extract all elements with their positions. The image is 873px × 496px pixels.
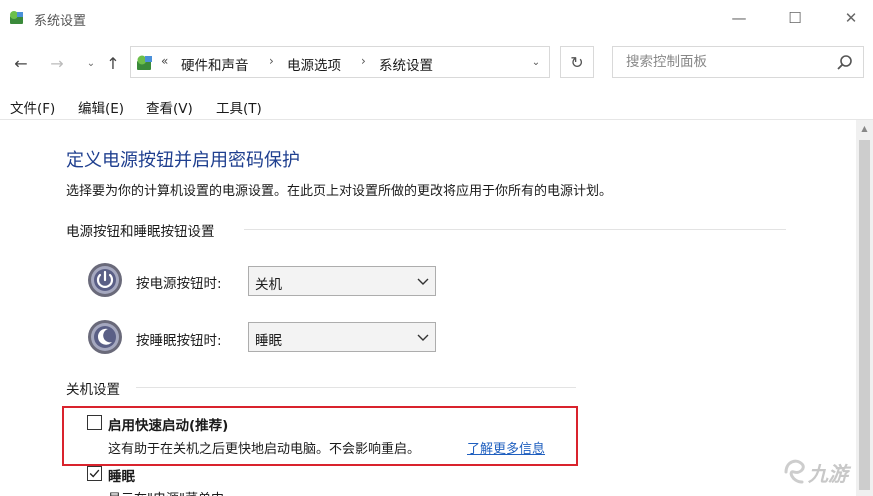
search-icon[interactable] bbox=[835, 53, 855, 73]
chevron-down-icon bbox=[417, 278, 429, 285]
maximize-button[interactable]: ☐ bbox=[772, 0, 818, 36]
up-button[interactable]: ↑ bbox=[102, 52, 124, 74]
control-panel-icon bbox=[10, 11, 23, 24]
fast-startup-checkbox[interactable] bbox=[87, 415, 102, 430]
title-bar: 系统设置 — ☐ ✕ bbox=[0, 0, 873, 36]
menu-tools[interactable]: 工具(T) bbox=[216, 97, 262, 117]
minimize-button[interactable]: — bbox=[716, 0, 762, 36]
address-dropdown-button[interactable]: ⌄ bbox=[522, 46, 550, 78]
address-bar[interactable]: « 硬件和声音 › 电源选项 › 系统设置 bbox=[130, 46, 550, 78]
fast-startup-label[interactable]: 启用快速启动(推荐) bbox=[108, 414, 228, 434]
arrow-left-icon: ← bbox=[14, 53, 28, 73]
control-panel-icon bbox=[137, 55, 152, 70]
breadcrumb-separator[interactable]: › bbox=[361, 54, 366, 68]
sleep-button-action-value: 睡眠 bbox=[255, 333, 282, 349]
arrow-up-icon: ↑ bbox=[106, 53, 120, 73]
checkmark-icon bbox=[89, 469, 100, 478]
breadcrumb-system-settings[interactable]: 系统设置 bbox=[379, 54, 433, 74]
chevron-down-icon bbox=[417, 334, 429, 341]
breadcrumb-hardware-sound[interactable]: 硬件和声音 bbox=[181, 54, 249, 74]
search-input[interactable] bbox=[614, 48, 824, 76]
arrow-right-icon: → bbox=[50, 53, 64, 73]
power-button-label: 按电源按钮时: bbox=[136, 276, 222, 292]
page-description: 选择要为你的计算机设置的电源设置。在此页上对设置所做的更改将应用于你所有的电源计… bbox=[66, 184, 613, 199]
learn-more-link[interactable]: 了解更多信息 bbox=[467, 438, 545, 457]
scroll-thumb[interactable] bbox=[859, 140, 870, 490]
sleep-option-label[interactable]: 睡眠 bbox=[108, 465, 135, 485]
page-title: 定义电源按钮并启用密码保护 bbox=[66, 150, 300, 171]
power-button-action-value: 关机 bbox=[255, 277, 282, 293]
sleep-button-label: 按睡眠按钮时: bbox=[136, 333, 222, 349]
breadcrumb-separator[interactable]: › bbox=[269, 54, 274, 68]
menu-view[interactable]: 查看(V) bbox=[146, 97, 193, 117]
sleep-button-action-select[interactable]: 睡眠 bbox=[248, 322, 436, 352]
recent-locations-button[interactable]: ⌄ bbox=[80, 52, 102, 74]
watermark-text: 九游 bbox=[808, 462, 848, 486]
chevron-down-icon: ⌄ bbox=[86, 57, 96, 69]
window-title: 系统设置 bbox=[34, 14, 87, 29]
power-buttons-section-header: 电源按钮和睡眠按钮设置 bbox=[66, 224, 215, 240]
menu-file[interactable]: 文件(F) bbox=[10, 97, 55, 117]
search-box[interactable] bbox=[612, 46, 864, 78]
sleep-checkbox[interactable] bbox=[87, 466, 102, 481]
power-button-action-select[interactable]: 关机 bbox=[248, 266, 436, 296]
sleep-button-icon bbox=[88, 320, 122, 354]
forward-button[interactable]: → bbox=[46, 52, 68, 74]
scroll-up-arrow[interactable]: ▲ bbox=[856, 122, 873, 136]
refresh-icon: ↻ bbox=[570, 52, 584, 72]
power-button-icon bbox=[88, 263, 122, 297]
breadcrumb-power-options[interactable]: 电源选项 bbox=[287, 54, 341, 74]
refresh-button[interactable]: ↻ bbox=[560, 46, 594, 78]
menu-edit[interactable]: 编辑(E) bbox=[78, 97, 124, 117]
menu-bar: 文件(F) 编辑(E) 查看(V) 工具(T) bbox=[0, 92, 873, 120]
breadcrumb-overflow[interactable]: « bbox=[161, 54, 168, 68]
section-divider bbox=[244, 229, 786, 230]
close-button[interactable]: ✕ bbox=[828, 0, 873, 36]
section-divider bbox=[136, 387, 576, 388]
shutdown-section-header: 关机设置 bbox=[66, 382, 120, 398]
vertical-scrollbar[interactable]: ▲ bbox=[856, 120, 873, 496]
fast-startup-description: 这有助于在关机之后更快地启动电脑。不会影响重启。 bbox=[108, 442, 421, 457]
chevron-down-icon: ⌄ bbox=[531, 56, 541, 68]
sleep-option-description: 显示在"电源"菜单中。 bbox=[108, 488, 237, 496]
back-button[interactable]: ← bbox=[10, 52, 32, 74]
